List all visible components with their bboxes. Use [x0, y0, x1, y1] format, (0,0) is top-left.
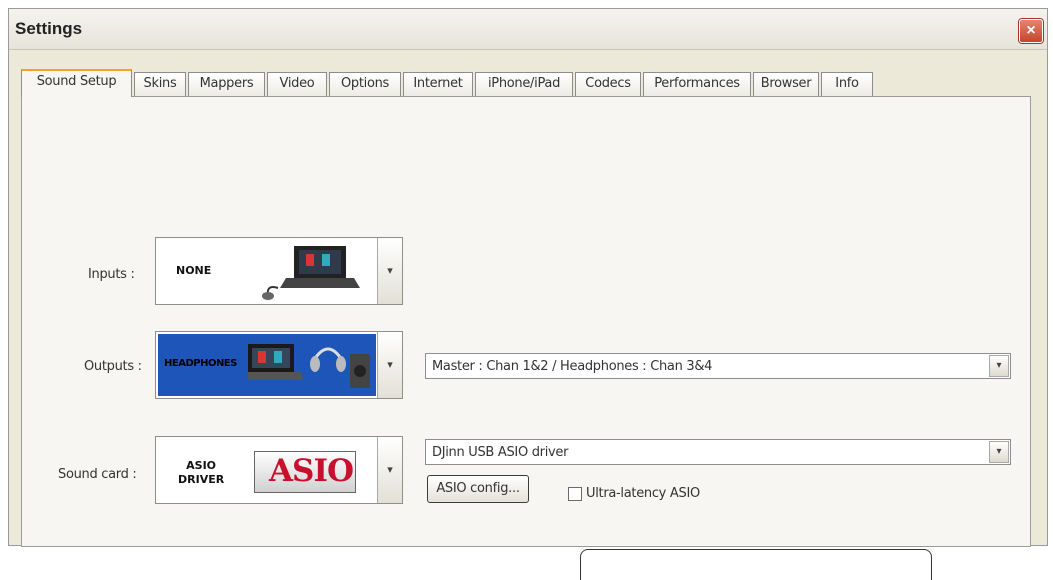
- tab-mappers[interactable]: Mappers: [188, 72, 265, 96]
- outputs-label: Outputs :: [84, 359, 142, 374]
- chevron-down-icon: ▾: [387, 359, 393, 371]
- inputs-label: Inputs :: [88, 267, 135, 282]
- outputs-device-image: HEADPHONES: [158, 334, 376, 396]
- asio-driver-text: ASIO DRIVER: [178, 459, 225, 486]
- ultra-latency-checkbox[interactable]: [568, 487, 582, 501]
- sound-card-device-selector[interactable]: ASIO DRIVER ASIO ▾: [155, 436, 403, 504]
- chevron-down-icon: ▾: [387, 464, 393, 476]
- close-icon: ×: [1026, 22, 1036, 39]
- tab-browser[interactable]: Browser: [753, 72, 819, 96]
- sound-card-driver-select[interactable]: DJinn USB ASIO driver ▾: [425, 439, 1011, 465]
- asio-logo-icon: ASIO: [254, 451, 356, 493]
- tab-iphone-ipad[interactable]: iPhone/iPad: [475, 72, 573, 96]
- sound-card-device-image: ASIO DRIVER ASIO: [158, 439, 376, 501]
- inputs-device-selector[interactable]: NONE ▾: [155, 237, 403, 305]
- inputs-device-image: NONE: [158, 240, 376, 302]
- inputs-dropdown-button[interactable]: ▾: [377, 238, 402, 304]
- sound-card-driver-value: DJinn USB ASIO driver: [432, 445, 569, 460]
- laptop-icon: [262, 246, 360, 300]
- tab-internet[interactable]: Internet: [403, 72, 473, 96]
- chevron-down-icon[interactable]: ▾: [989, 441, 1009, 463]
- bottom-panel-fragment: [580, 549, 932, 580]
- outputs-dropdown-button[interactable]: ▾: [377, 332, 402, 398]
- asio-config-button[interactable]: ASIO config...: [427, 475, 529, 503]
- chevron-down-icon[interactable]: ▾: [989, 355, 1009, 377]
- outputs-routing-select[interactable]: Master : Chan 1&2 / Headphones : Chan 3&…: [425, 353, 1011, 379]
- inputs-device-text: NONE: [176, 264, 212, 277]
- tab-video[interactable]: Video: [267, 72, 327, 96]
- title-bar[interactable]: Settings ×: [9, 9, 1047, 50]
- ultra-latency-label: Ultra-latency ASIO: [586, 486, 700, 501]
- outputs-routing-value: Master : Chan 1&2 / Headphones : Chan 3&…: [432, 359, 713, 374]
- tab-info[interactable]: Info: [821, 72, 873, 96]
- sound-card-label: Sound card :: [58, 467, 137, 482]
- tab-sound-setup[interactable]: Sound Setup: [21, 69, 132, 97]
- window-title: Settings: [15, 19, 83, 38]
- close-button[interactable]: ×: [1019, 19, 1043, 43]
- outputs-device-text: HEADPHONES: [164, 358, 237, 369]
- sound-setup-panel: Inputs : NONE ▾ Outputs : HEADPHONES ▾ M…: [21, 96, 1031, 580]
- tab-performances[interactable]: Performances: [643, 72, 751, 96]
- headphones-icon: [248, 344, 370, 388]
- tab-skins[interactable]: Skins: [134, 72, 186, 96]
- tab-options[interactable]: Options: [329, 72, 401, 96]
- chevron-down-icon: ▾: [387, 265, 393, 277]
- settings-window: Settings × Sound Setup Skins Mappers Vid…: [8, 8, 1048, 580]
- sound-card-dropdown-button[interactable]: ▾: [377, 437, 402, 503]
- outputs-device-selector[interactable]: HEADPHONES ▾: [155, 331, 403, 399]
- tab-codecs[interactable]: Codecs: [575, 72, 641, 96]
